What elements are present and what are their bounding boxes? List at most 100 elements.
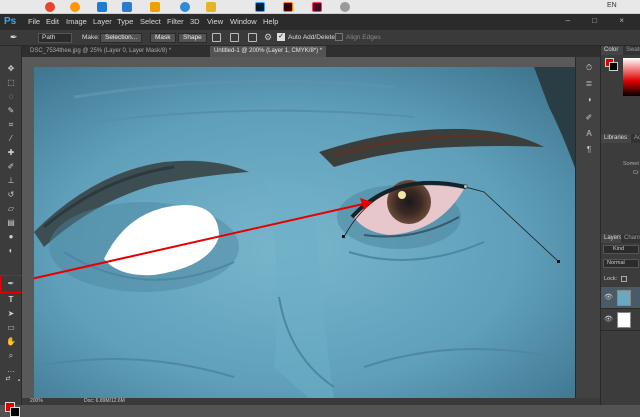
path-selection-tool-icon[interactable]: ➤ [6,309,16,319]
document-size: Doc: 6.89M/12.6M [84,398,125,404]
layer-thumbnail [617,312,631,328]
path-operations-icon[interactable] [212,33,221,42]
pen-tool-icon[interactable]: ✒ [6,279,16,289]
misc-icon[interactable] [340,2,350,12]
illustrator-icon[interactable] [283,2,293,12]
healing-tool-icon[interactable]: ✚ [6,148,16,158]
tab-libraries[interactable]: Libraries [601,134,631,143]
path-arrangement-icon[interactable] [248,33,257,42]
eraser-tool-icon[interactable]: ▱ [6,204,16,214]
align-edges-label: Align Edges [346,34,381,41]
history-panel-icon[interactable]: ⏱ [584,63,594,73]
marquee-tool-icon[interactable]: ⬚ [6,78,16,88]
make-selection-button[interactable]: Selection... [100,33,143,43]
menu-window[interactable]: Window [230,17,257,26]
menu-layer[interactable]: Layer [93,17,112,26]
quick-mask-icon[interactable] [6,376,16,386]
dodge-tool-icon[interactable]: ◐ [6,246,16,256]
make-label: Make: [82,34,100,41]
edge-icon[interactable] [97,2,107,12]
document-tabs: DSC_7534thee.jpg @ 25% (Layer 0, Layer M… [22,46,600,57]
rectangle-tool-icon[interactable]: ▭ [6,323,16,333]
move-tool-icon[interactable]: ✥ [6,64,16,74]
adjustments-panel-icon[interactable]: ◑ [584,95,594,105]
brush-panel-icon[interactable]: ✐ [584,113,594,123]
media-player-icon[interactable] [122,2,132,12]
zoom-tool-icon[interactable]: ⌕ [6,351,16,361]
indesign-icon[interactable] [312,2,322,12]
anchor-point[interactable] [463,184,468,189]
lasso-tool-icon[interactable]: ◌ [6,92,16,102]
menu-image[interactable]: Image [66,17,87,26]
panel-icon-strip: ⏱ ≣ ◑ ✐ A ¶ [575,57,600,398]
anchor-point[interactable] [342,235,345,238]
gear-icon[interactable]: ⚙ [264,32,272,43]
menu-filter[interactable]: Filter [167,17,184,26]
menu-3d[interactable]: 3D [190,17,200,26]
layer-row[interactable]: 👁 [601,287,640,309]
tab-adjustments[interactable]: Adj [631,134,640,143]
character-panel-icon[interactable]: A [584,129,594,139]
paragraph-panel-icon[interactable]: ¶ [584,145,594,155]
blend-mode-select[interactable]: Normal [603,259,639,268]
document-canvas[interactable] [22,57,600,398]
tab-dsc-document[interactable]: DSC_7534thee.jpg @ 25% (Layer 0, Layer M… [26,46,175,57]
type-tool-icon[interactable]: T [6,295,16,305]
language-indicator[interactable]: EN [607,2,617,9]
brush-tool-icon[interactable]: ✐ [6,162,16,172]
zoom-level[interactable]: 200% [30,398,43,404]
layer-filter-kind[interactable]: Kind [603,245,639,254]
visibility-eye-icon[interactable]: 👁 [604,293,613,301]
tab-untitled-document[interactable]: Untitled-1 @ 200% (Layer 1, CMYK/8*) * [210,46,327,57]
hand-tool-icon[interactable]: ✋ [6,337,16,347]
background-color-swatch[interactable] [10,407,20,417]
make-mask-button[interactable]: Mask [150,33,176,43]
windows-taskbar: EN [0,0,640,14]
explorer-icon[interactable] [180,2,190,12]
menu-bar: Ps File Edit Image Layer Type Select Fil… [0,14,640,30]
color-background-swatch[interactable] [609,62,618,71]
crop-tool-icon[interactable]: ⌗ [6,120,16,130]
folder-icon[interactable] [206,2,216,12]
tab-swatches[interactable]: Swatch [623,46,640,55]
firefox-icon[interactable] [70,2,80,12]
tool-mode-select[interactable]: Path [38,33,72,43]
menu-edit[interactable]: Edit [46,17,59,26]
menu-type[interactable]: Type [117,17,133,26]
status-bar: 200% Doc: 6.89M/12.6M [22,398,600,405]
quick-select-tool-icon[interactable]: ✎ [6,106,16,116]
color-picker-field[interactable] [623,58,640,96]
right-panels: Color Swatch Libraries Adj Somet Cr Laye… [600,46,640,405]
menu-select[interactable]: Select [140,17,161,26]
layer-thumbnail [617,290,631,306]
clone-stamp-tool-icon[interactable]: ⊥ [6,176,16,186]
lock-transparent-icon[interactable] [621,276,627,282]
eyedropper-tool-icon[interactable]: ⁄ [6,134,16,144]
photoshop-icon[interactable] [255,2,265,12]
properties-panel-icon[interactable]: ≣ [584,79,594,89]
visibility-eye-icon[interactable]: 👁 [604,315,613,323]
align-edges-checkbox[interactable] [335,33,343,41]
history-brush-tool-icon[interactable]: ↺ [6,190,16,200]
cloud-icon[interactable] [150,2,160,12]
anchor-point[interactable] [557,260,560,263]
photoshop-logo: Ps [4,16,17,27]
path-alignment-icon[interactable] [230,33,239,42]
chrome-icon[interactable] [45,2,55,12]
menu-help[interactable]: Help [263,17,278,26]
gradient-tool-icon[interactable]: ▤ [6,218,16,228]
photo-face-closeup[interactable] [34,67,594,398]
tab-layers[interactable]: Layers [601,234,622,243]
layer-row[interactable]: 👁 [601,309,640,331]
tab-channels[interactable]: Chann [621,234,640,243]
pen-tool-preset-icon[interactable]: ✒ [10,32,18,43]
auto-add-delete-label: Auto Add/Delete [288,34,335,41]
menu-view[interactable]: View [207,17,223,26]
blur-tool-icon[interactable]: ● [6,232,16,242]
tab-color[interactable]: Color [601,46,623,55]
auto-add-delete-checkbox[interactable]: ✓ [277,33,285,41]
window-controls[interactable]: – □ × [566,16,634,25]
menu-file[interactable]: File [28,17,40,26]
toolbox: ✥ ⬚ ◌ ✎ ⌗ ⁄ ✚ ✐ ⊥ ↺ ▱ ▤ ● ◐ ✒ T ➤ ▭ ✋ ⌕ … [0,46,30,417]
make-shape-button[interactable]: Shape [178,33,207,43]
